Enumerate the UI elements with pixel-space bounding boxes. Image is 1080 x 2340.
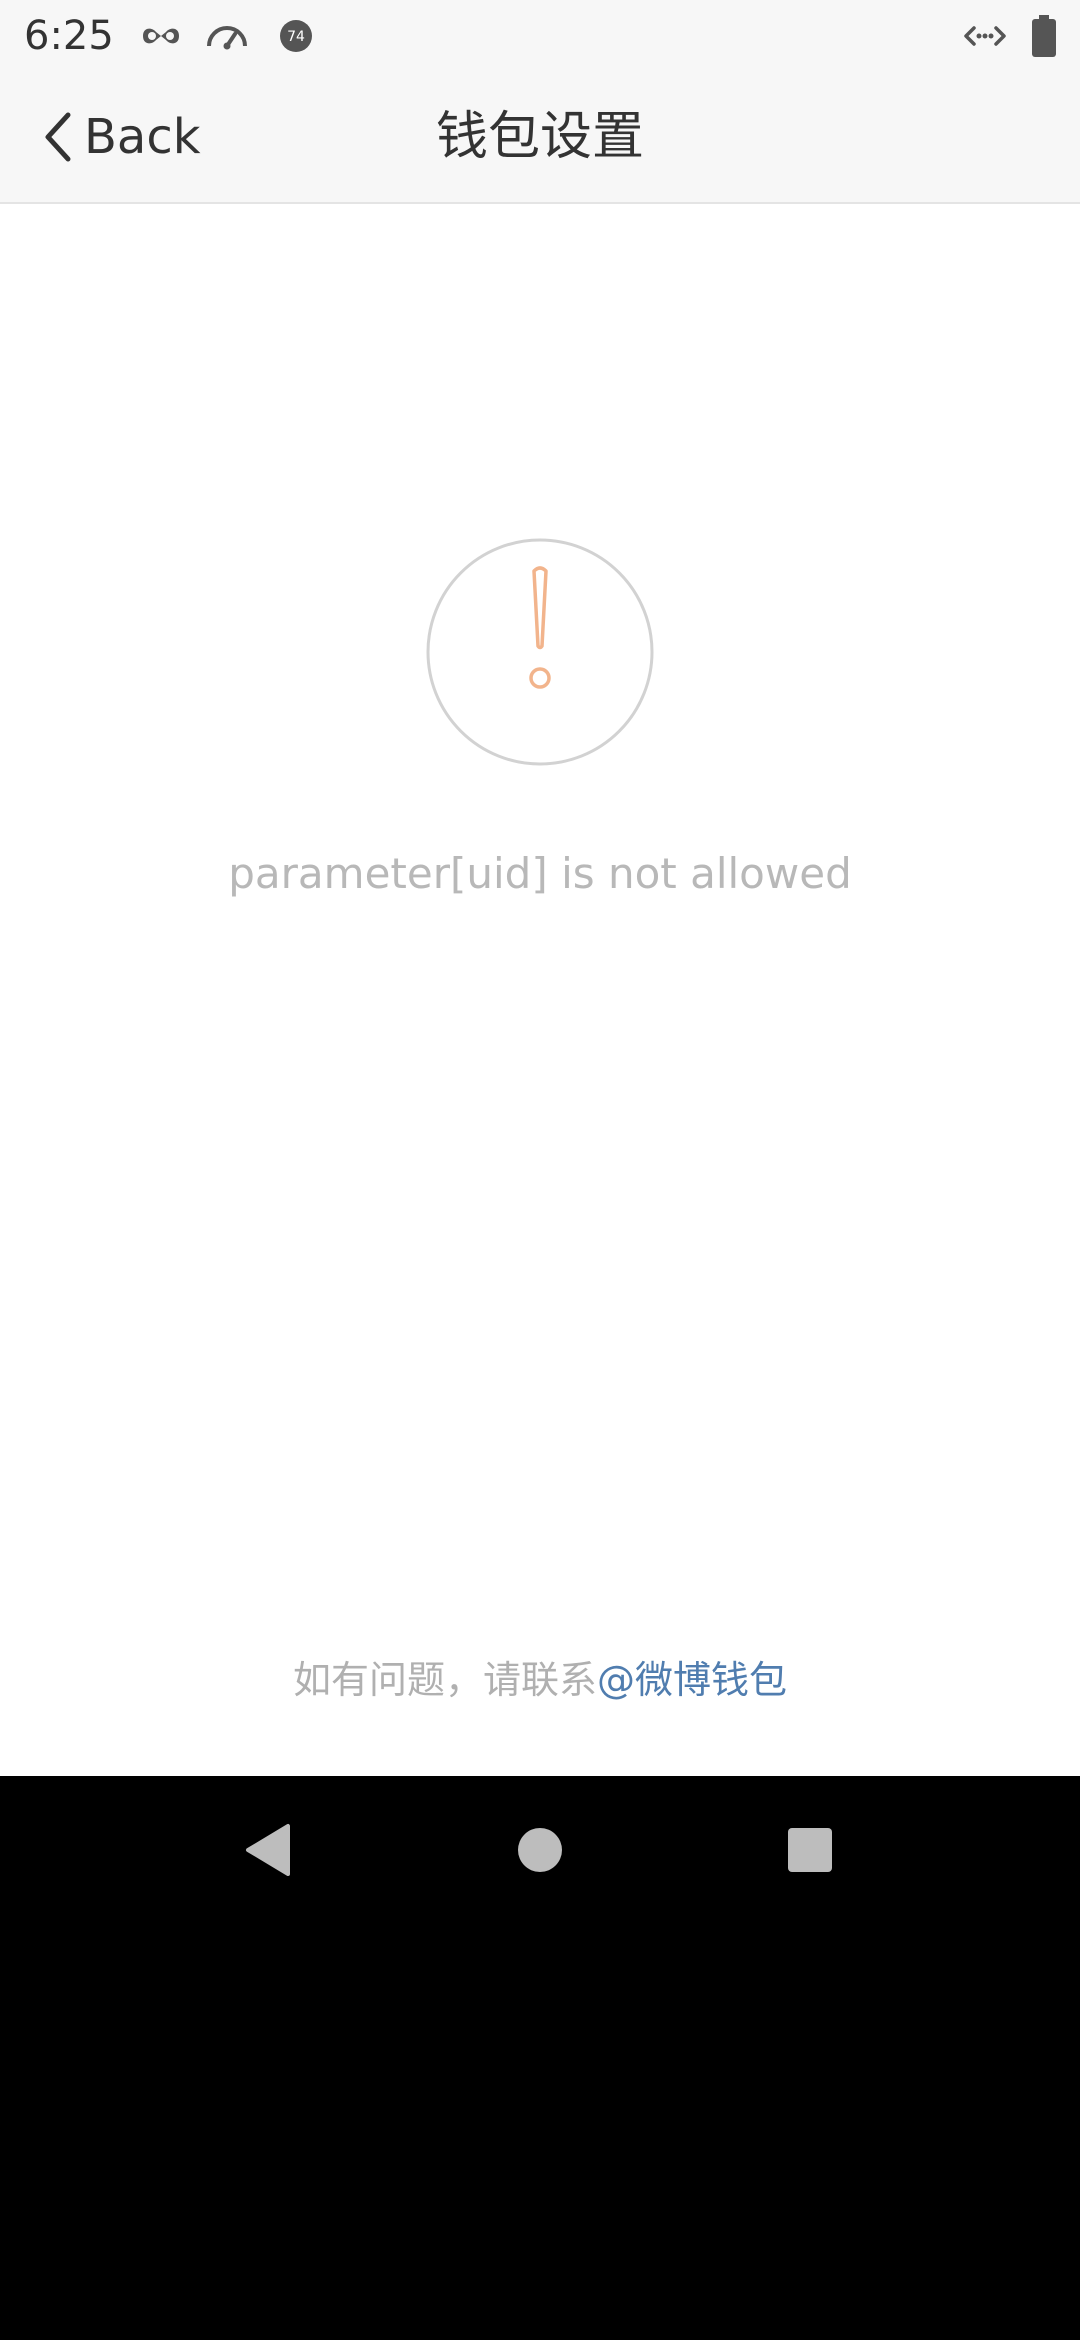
- back-triangle-icon: [246, 1824, 290, 1876]
- notification-count-icon: 74: [280, 20, 312, 52]
- error-message: parameter[uid] is not allowed: [228, 849, 852, 898]
- back-label: Back: [84, 109, 201, 165]
- notification-count: 74: [287, 29, 305, 45]
- nav-home-button[interactable]: [494, 1804, 586, 1896]
- warning-exclamation-icon: [426, 538, 654, 766]
- data-transfer-icon: [964, 26, 1006, 46]
- weibo-wallet-link[interactable]: @微博钱包: [597, 1658, 787, 1702]
- title-bar: Back 钱包设置: [0, 72, 1080, 204]
- battery-icon: [1032, 15, 1056, 57]
- nav-recents-button[interactable]: [764, 1804, 856, 1896]
- footer-prefix: 如有问题，请联系: [292, 1658, 597, 1702]
- incognito-icon: [143, 28, 179, 44]
- recents-square-icon: [788, 1828, 832, 1872]
- nav-back-button[interactable]: [222, 1804, 314, 1896]
- chevron-left-icon: [45, 112, 71, 162]
- status-time: 6:25: [24, 13, 114, 59]
- navigation-bar: [0, 1776, 1080, 1924]
- back-button[interactable]: Back: [40, 100, 201, 174]
- main-content: parameter[uid] is not allowed 如有问题，请联系@微…: [0, 204, 1080, 1776]
- speedometer-icon: [207, 26, 247, 50]
- status-bar: 6:25 74: [0, 0, 1080, 72]
- footer-contact: 如有问题，请联系@微博钱包: [0, 1652, 1080, 1708]
- screen: 6:25 74 Back 钱包设置 parameter[uid] is not …: [0, 0, 1080, 2340]
- home-circle-icon: [518, 1828, 562, 1872]
